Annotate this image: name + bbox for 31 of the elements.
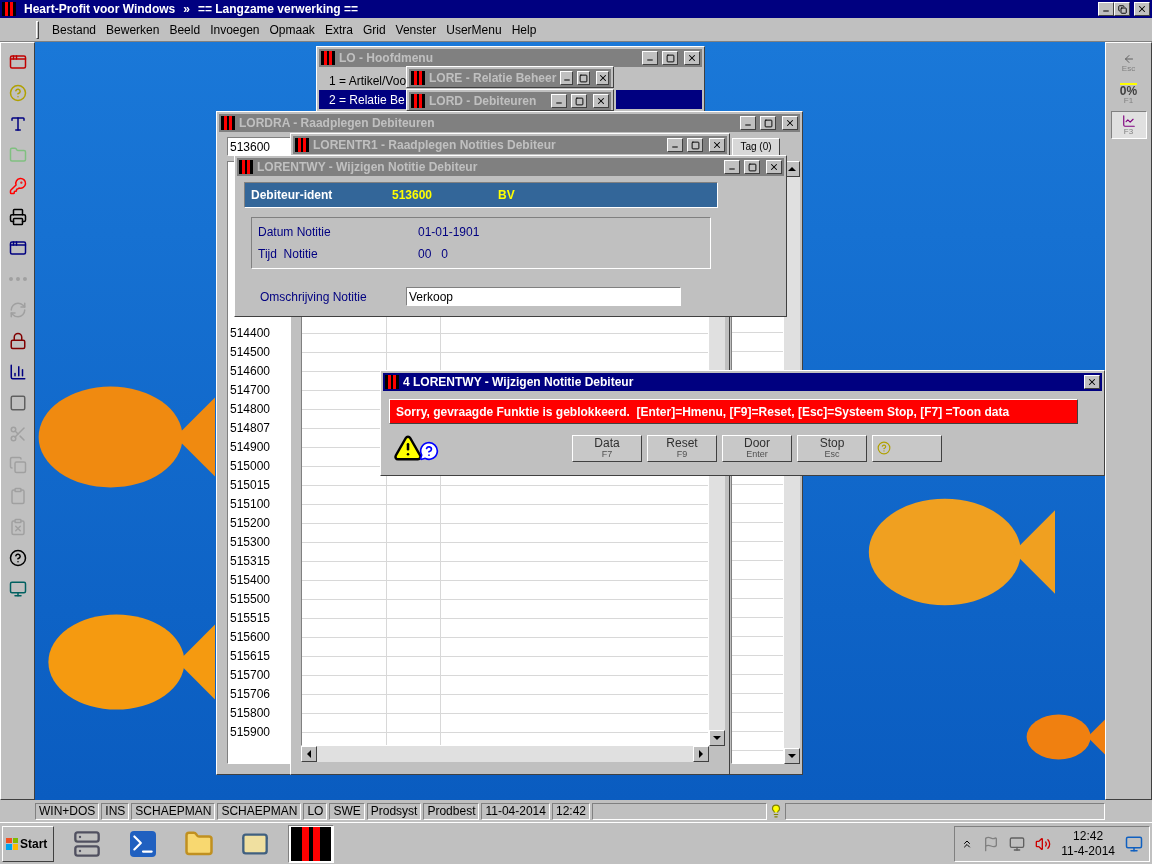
window-title: LORDRA - Raadplegen Debiteuren <box>239 115 436 132</box>
processing-status: == Langzame verwerking == <box>197 1 358 18</box>
error-message: Sorry, gevraagde Funktie is geblokkeerd. [Enter]=Hmenu, [F9]=Reset, [Esc]=Systeem Stop, [F7] =Toon data <box>389 399 1078 424</box>
field-label: Datum Notitie <box>258 224 332 241</box>
status-segment: SCHAEPMAN <box>131 802 216 820</box>
window-title: LORENTR1 - Raadplegen Notities Debiteur <box>313 137 557 154</box>
status-segment: Prodbest <box>423 802 480 820</box>
field-value: 01-01-1901 <box>418 224 480 241</box>
window-title: LORD - Debiteuren <box>429 93 538 110</box>
status-segment: 12:42 <box>551 802 590 820</box>
field-label: Tijd Notitie <box>258 246 319 263</box>
window-title: LORENTWY - Wijzigen Notitie Debiteur <box>257 159 479 176</box>
status-segment: SWE <box>329 802 365 820</box>
title-marker: » <box>183 1 190 18</box>
field-value: 00 0 <box>418 246 449 263</box>
window-title: LO - Hoofdmenu <box>339 50 434 67</box>
status-segment: Prodsyst <box>366 802 422 820</box>
status-segment: INS <box>101 802 130 820</box>
debtor-ident-value: 513600 <box>392 187 433 204</box>
status-segment: LO <box>303 802 328 820</box>
clock-time: 12:42 <box>1073 828 1104 844</box>
debtor-name-suffix: BV <box>498 187 515 204</box>
status-segment: WIN+DOS <box>35 802 100 820</box>
field-label: Omschrijving Notitie <box>260 288 368 306</box>
window-title: 4 LORENTWY - Wijzigen Notitie Debiteur <box>403 374 635 391</box>
clock-date: 11-4-2014 <box>1061 843 1115 859</box>
status-segment: 11-04-2014 <box>481 802 550 820</box>
app-title: Heart-Profit voor Windows <box>24 1 176 18</box>
window-title: LORE - Relatie Beheer <box>429 70 557 87</box>
status-segment: SCHAEPMAN <box>217 802 302 820</box>
debtor-ident-label: Debiteur-ident <box>251 187 334 204</box>
